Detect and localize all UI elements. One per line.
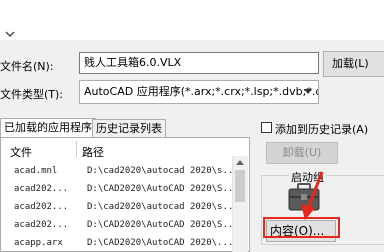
filetype-value: AutoCAD 应用程序(*.arx;*.crx;*.lsp;*.dvb;*.d… <box>84 85 319 98</box>
filename-label: 文件名(N): <box>0 60 54 73</box>
table-row-path[interactable]: D:\CAD2020\AutoCAD 2020\... <box>87 238 233 248</box>
table-row-file[interactable]: acad202... <box>14 184 68 194</box>
history-checkbox[interactable] <box>261 122 272 133</box>
table-row-path[interactable]: D:\CAD2020\AutoCAD 2020\S... <box>87 184 239 194</box>
scrollbar-thumb[interactable] <box>235 170 245 202</box>
history-checkbox-label: 添加到历史记录(A) <box>275 123 369 136</box>
column-divider <box>76 141 77 157</box>
table-row-path[interactable]: D:\cad2020\autocad 2020\s... <box>87 202 239 212</box>
tab-loaded-apps[interactable]: 已加载的应用程序 <box>0 118 96 138</box>
chevron-down-icon[interactable] <box>5 29 15 39</box>
arrow-annotation <box>301 171 324 220</box>
column-header-file[interactable]: 文件 <box>10 144 32 160</box>
table-row-file[interactable]: acad202... <box>14 202 68 212</box>
filetype-label: 文件类型(T): <box>0 88 64 101</box>
table-row-file[interactable]: acad.mnl <box>14 166 57 176</box>
unload-button[interactable]: 卸载(U) <box>266 142 338 164</box>
loaded-apps-panel <box>0 137 250 252</box>
table-row-path[interactable]: D:\CAD2020\AutoCAD 2020\S... <box>87 220 239 230</box>
chevron-down-icon[interactable] <box>304 89 312 94</box>
filename-input[interactable]: 贱人工具箱6.0.VLX <box>79 52 319 74</box>
dialog-top-area <box>0 0 384 40</box>
filetype-select[interactable]: AutoCAD 应用程序(*.arx;*.crx;*.lsp;*.dvb;*.d… <box>79 80 319 104</box>
column-header-path[interactable]: 路径 <box>82 144 104 160</box>
tab-history-list[interactable]: 历史记录列表 <box>92 119 166 138</box>
table-row-path[interactable]: D:\cad2020\autocad 2020\s... <box>87 166 239 176</box>
table-row-file[interactable]: acapp.arx <box>14 238 63 248</box>
scroll-up-icon[interactable] <box>235 158 245 166</box>
table-row-file[interactable]: acad202... <box>14 220 68 230</box>
load-button[interactable]: 加载(L) <box>323 51 384 77</box>
